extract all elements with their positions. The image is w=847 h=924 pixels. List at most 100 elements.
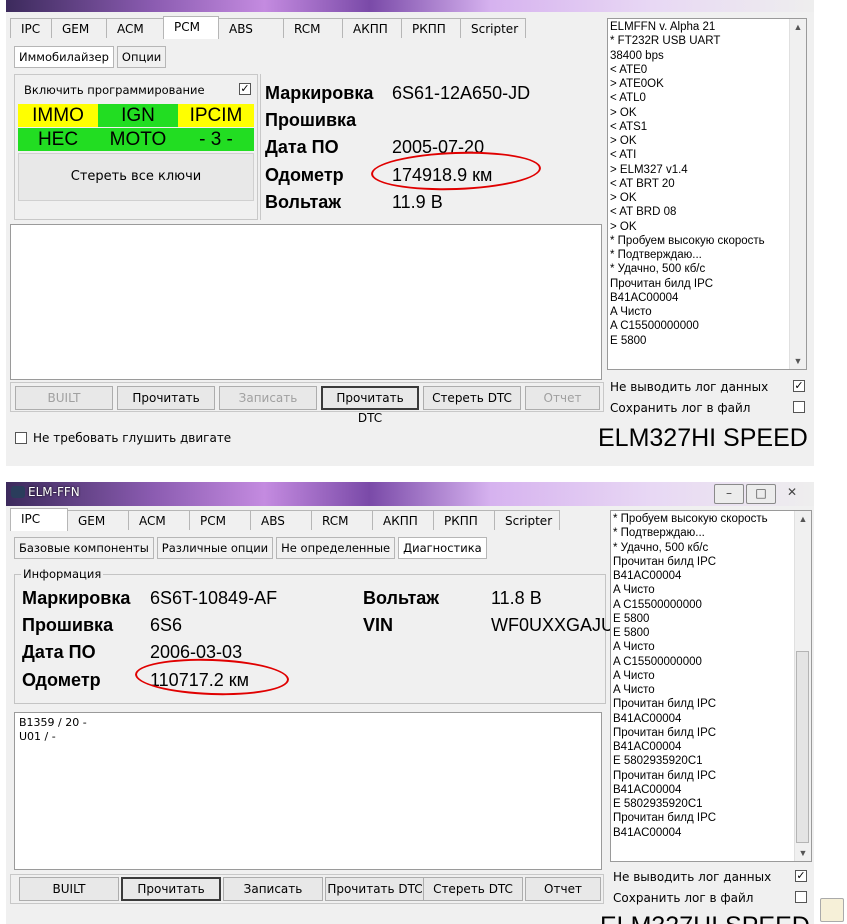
tab-gem[interactable]: GEM (67, 510, 129, 530)
scroll-thumb[interactable] (796, 651, 809, 843)
no-log-checkbox[interactable]: ✓ (793, 380, 805, 392)
minimize-icon[interactable]: – (714, 484, 744, 504)
enable-programming-checkbox[interactable]: ✓ (239, 83, 251, 95)
odometer-label: Одометр (265, 165, 344, 185)
immo-cell: IMMO (18, 104, 98, 127)
log-line: A Чисто (613, 641, 655, 654)
read-button[interactable]: Прочитать (121, 877, 221, 901)
tab-rcm[interactable]: RCM (311, 510, 373, 530)
firmware-value: 6S6 (150, 615, 183, 635)
top-log-scrollbar[interactable]: ▲ ▼ (789, 19, 806, 369)
tab-rkpp[interactable]: РКПП (401, 18, 461, 38)
dtc-line: B1359 / 20 - (19, 716, 87, 729)
bottom-dtc-output[interactable]: B1359 / 20 - U01 / - (14, 712, 602, 870)
tab-pcm[interactable]: PCM (163, 16, 219, 39)
tab-ipc[interactable]: IPC (10, 508, 68, 531)
tab-pcm[interactable]: PCM (189, 510, 251, 530)
write-button[interactable]: Записать (223, 877, 323, 901)
bottom-log-scrollbar[interactable]: ▲ ▼ (794, 511, 811, 861)
hec-cell: HEC (18, 128, 98, 151)
log-line: E 5802935920C1 (613, 755, 703, 768)
report-button[interactable]: Отчет (525, 386, 600, 410)
log-line: E 5802935920C1 (613, 798, 703, 810)
read-button[interactable]: Прочитать (117, 386, 215, 410)
software-date-label: Дата ПО (265, 137, 339, 157)
bottom-sub-tabs: Базовые компоненты Различные опции Не оп… (14, 537, 490, 559)
top-dtc-output[interactable] (10, 224, 602, 380)
marking-label: Маркировка (265, 83, 374, 103)
log-line: B41AC00004 (613, 741, 682, 753)
tab-akpp[interactable]: АКПП (372, 510, 434, 530)
log-line: A C15500000000 (610, 320, 699, 333)
log-line: A Чисто (613, 684, 655, 696)
tab-scripter[interactable]: Scripter (460, 18, 526, 38)
vin-value: WF0UXXGAJU (491, 615, 615, 635)
tab-ipc[interactable]: IPC (10, 18, 52, 38)
subtab-base-components[interactable]: Базовые компоненты (14, 537, 154, 559)
log-line: > OK (610, 220, 637, 233)
log-line: * FT232R USB UART (610, 35, 721, 48)
no-log-label: Не выводить лог данных (610, 380, 769, 394)
tab-abs[interactable]: ABS (218, 18, 284, 38)
log-line: A C15500000000 (613, 598, 702, 611)
tab-abs[interactable]: ABS (250, 510, 312, 530)
close-icon[interactable]: ✕ (778, 484, 806, 502)
subtab-diagnostics[interactable]: Диагностика (398, 537, 487, 559)
taskbar-icon[interactable] (820, 898, 844, 922)
top-main-tabs: IPC GEM ACM PCM ABS RCM АКПП РКПП Script… (10, 16, 526, 39)
save-log-label: Сохранить лог в файл (610, 401, 751, 415)
no-stop-engine-checkbox[interactable] (15, 432, 27, 444)
bottom-log-lines: * Пробуем высокую скорость * Подтверждаю.… (613, 512, 809, 840)
marking-label: Маркировка (22, 588, 131, 608)
read-dtc-button[interactable]: Прочитать DTC (325, 877, 425, 901)
save-log-checkbox[interactable] (795, 891, 807, 903)
subtab-undefined[interactable]: Не определенные (276, 537, 396, 559)
tab-scripter[interactable]: Scripter (494, 510, 560, 530)
immo-panel: Включить программирование ✓ IMMO IGN IPC… (14, 74, 258, 220)
top-window: IPC GEM ACM PCM ABS RCM АКПП РКПП Script… (6, 0, 814, 466)
scroll-up-icon[interactable]: ▲ (790, 19, 806, 35)
log-line: Прочитан билд IPC (613, 769, 717, 782)
tab-gem[interactable]: GEM (51, 18, 107, 38)
odometer-highlight-circle (134, 656, 290, 698)
top-log-box[interactable]: ELMFFN v. Alpha 21 * FT232R USB UART 38400… (607, 18, 807, 370)
scroll-down-icon[interactable]: ▼ (795, 845, 811, 861)
erase-all-keys-button[interactable]: Стереть все ключи (18, 153, 254, 201)
save-log-checkbox[interactable] (793, 401, 805, 413)
scroll-up-icon[interactable]: ▲ (795, 511, 811, 527)
built-button[interactable]: BUILT (15, 386, 113, 410)
built-button[interactable]: BUILT (19, 877, 119, 901)
tab-acm[interactable]: ACM (128, 510, 190, 530)
report-button[interactable]: Отчет (525, 877, 601, 901)
log-line: B41AC00004 (610, 291, 679, 304)
tab-rkpp[interactable]: РКПП (433, 510, 495, 530)
read-dtc-button[interactable]: Прочитать DTC (321, 386, 419, 425)
maximize-icon[interactable]: □ (746, 484, 776, 504)
moto-cell: MOTO (98, 128, 178, 151)
tab-akpp[interactable]: АКПП (342, 18, 402, 38)
log-line: B41AC00004 (613, 570, 682, 582)
log-line: A C15500000000 (613, 655, 702, 668)
log-line: > OK (610, 135, 637, 147)
subtab-immobilizer[interactable]: Иммобилайзер (14, 46, 114, 68)
log-line: > ATE0OK (610, 78, 664, 90)
log-line: > OK (610, 106, 637, 119)
log-line: A Чисто (610, 306, 652, 318)
bottom-main-tabs: IPC GEM ACM PCM ABS RCM АКПП РКПП Script… (10, 508, 560, 531)
erase-dtc-button[interactable]: Стереть DTC (423, 386, 521, 410)
tab-acm[interactable]: ACM (106, 18, 164, 38)
erase-dtc-button[interactable]: Стереть DTC (423, 877, 523, 901)
log-line: Прочитан билд IPC (613, 555, 717, 568)
log-line: Прочитан билд IPC (613, 812, 717, 825)
no-log-checkbox[interactable]: ✓ (795, 870, 807, 882)
bottom-log-box[interactable]: * Пробуем высокую скорость * Подтверждаю.… (610, 510, 812, 862)
info-groupbox: Информация Маркировка 6S6T-10849-AF Прош… (14, 567, 614, 704)
subtab-options[interactable]: Опции (116, 46, 167, 68)
odometer-label: Одометр (22, 670, 101, 690)
subtab-various-options[interactable]: Различные опции (156, 537, 274, 559)
write-button[interactable]: Записать (219, 386, 317, 410)
vin-label: VIN (363, 615, 394, 635)
tab-rcm[interactable]: RCM (283, 18, 343, 38)
scroll-down-icon[interactable]: ▼ (790, 353, 806, 369)
log-line: * Пробуем высокую скорость (613, 513, 768, 525)
